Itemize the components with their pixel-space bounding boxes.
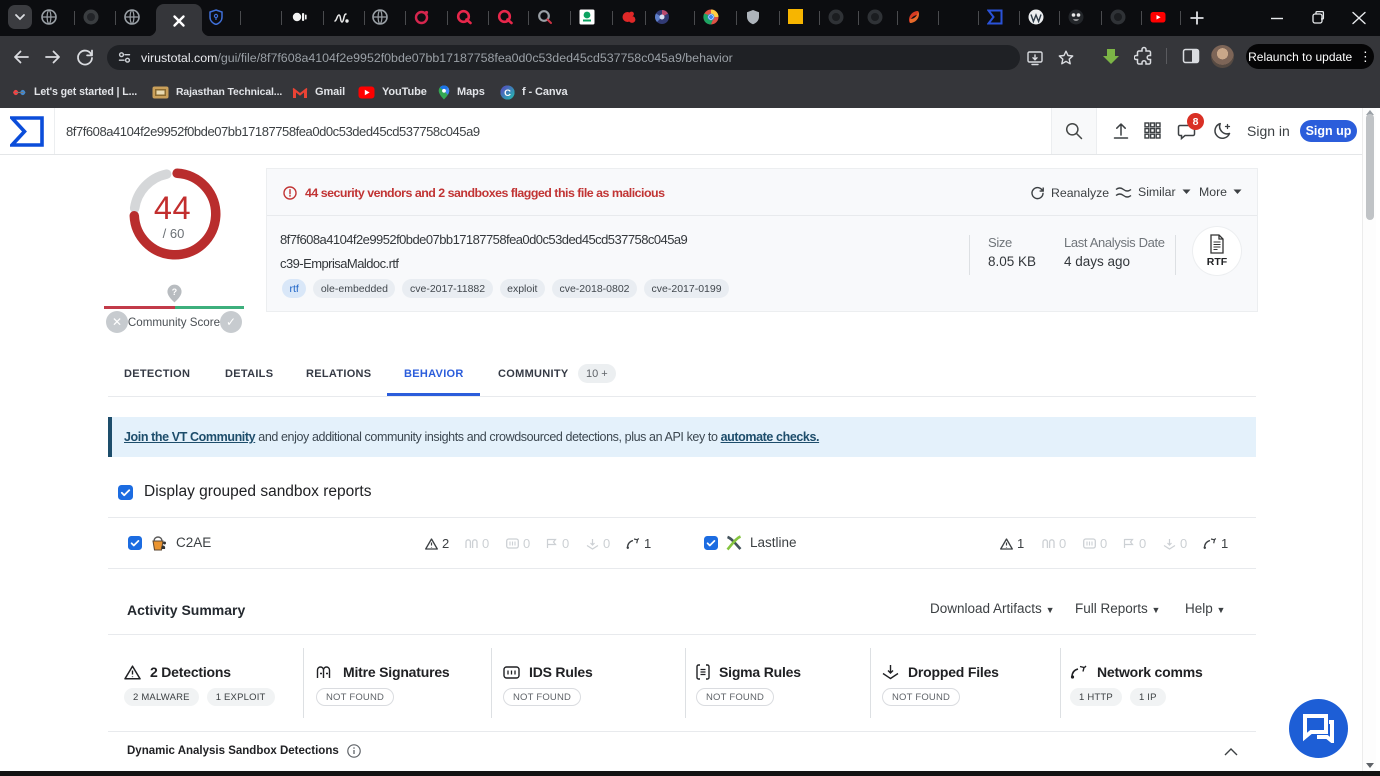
svg-text:C: C xyxy=(504,87,511,98)
svg-text:?: ? xyxy=(172,287,177,297)
